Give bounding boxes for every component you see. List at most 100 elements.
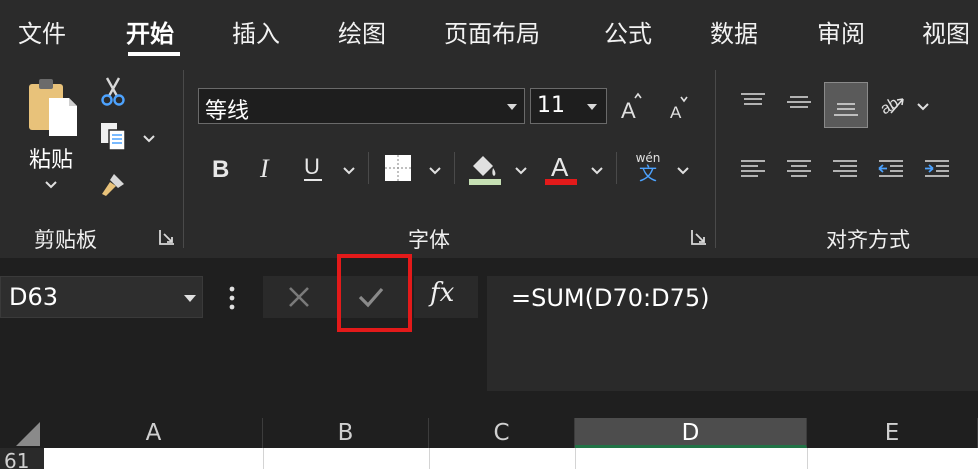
fill-color-swatch	[469, 179, 501, 185]
underline-button[interactable]: U	[298, 150, 328, 186]
font-name-dropdown-icon[interactable]	[507, 104, 517, 110]
group-separator	[715, 70, 716, 248]
font-name-combobox[interactable]: 等线	[198, 88, 525, 124]
font-group-label: 字体	[408, 228, 450, 252]
font-size-dropdown-icon[interactable]	[587, 104, 597, 110]
column-header-e[interactable]: E	[807, 418, 978, 448]
scissors-icon	[101, 77, 125, 106]
formula-input[interactable]: =SUM(D70:D75)	[487, 276, 978, 391]
increase-indent-icon	[925, 160, 949, 177]
align-top-button[interactable]	[734, 84, 772, 120]
fill-color-button[interactable]	[466, 148, 504, 188]
tab-view[interactable]: 视图	[922, 14, 970, 49]
svg-text:U: U	[304, 154, 320, 179]
align-left-button[interactable]	[734, 152, 772, 188]
align-middle-button[interactable]	[780, 84, 818, 120]
cut-button[interactable]	[96, 74, 130, 108]
svg-text:A: A	[621, 98, 636, 121]
font-color-chevron-icon[interactable]	[590, 164, 604, 178]
tab-insert[interactable]: 插入	[232, 14, 280, 49]
underline-icon: U	[304, 154, 322, 181]
cell-border	[429, 448, 430, 469]
tab-draw[interactable]: 绘图	[338, 14, 386, 49]
align-center-button[interactable]	[780, 152, 818, 188]
column-header-a[interactable]: A	[45, 418, 263, 448]
insert-function-button[interactable]: fx	[414, 276, 478, 318]
decrease-indent-button[interactable]	[872, 152, 910, 188]
name-box-dropdown-icon[interactable]	[184, 295, 196, 302]
sheet-grid: A B C D E 61	[0, 418, 978, 469]
paste-icon	[29, 79, 77, 136]
align-middle-icon	[787, 96, 811, 108]
menu-tab-bar: 文件 开始 插入 绘图 页面布局 公式 数据 审阅 视图	[0, 0, 978, 62]
fx-icon: fx	[430, 278, 455, 308]
column-header-b[interactable]: B	[263, 418, 429, 448]
orientation-chevron-icon[interactable]	[916, 100, 930, 114]
highlight-box	[337, 254, 412, 332]
borders-icon	[385, 155, 411, 181]
align-bottom-icon	[834, 103, 858, 116]
name-box-value: D63	[9, 283, 59, 311]
paste-button[interactable]: 粘贴	[14, 72, 88, 202]
copy-options-chevron-icon[interactable]	[142, 132, 156, 146]
font-size-combobox[interactable]: 11	[530, 88, 607, 124]
increase-indent-button[interactable]	[918, 152, 956, 188]
orientation-button[interactable]: ab	[874, 84, 910, 120]
formula-value: =SUM(D70:D75)	[511, 284, 710, 312]
underline-options-chevron-icon[interactable]	[342, 164, 356, 178]
font-color-icon: A	[545, 152, 577, 185]
select-all-corner[interactable]	[0, 418, 44, 448]
borders-button[interactable]	[380, 150, 416, 186]
tab-page-layout[interactable]: 页面布局	[444, 14, 540, 49]
bold-button[interactable]: B	[206, 150, 236, 186]
tab-review[interactable]: 审阅	[817, 14, 865, 49]
font-color-button[interactable]: A	[542, 148, 580, 188]
phonetic-char-label: 文	[639, 163, 657, 185]
copy-button[interactable]	[96, 120, 130, 154]
format-painter-button[interactable]	[96, 168, 130, 202]
align-right-button[interactable]	[826, 152, 864, 188]
formula-bar: D63 fx =SUM(D70:D75)	[0, 258, 978, 418]
svg-text:A: A	[551, 152, 569, 182]
tab-data[interactable]: 数据	[710, 14, 758, 49]
borders-options-chevron-icon[interactable]	[428, 164, 442, 178]
row-number[interactable]: 61	[0, 448, 44, 469]
column-header-d[interactable]: D	[575, 418, 807, 448]
decrease-font-size-button[interactable]: A	[664, 88, 694, 124]
phonetic-guide-button[interactable]: wén 文	[628, 148, 668, 188]
italic-icon: I	[259, 154, 270, 182]
fill-color-chevron-icon[interactable]	[514, 164, 528, 178]
cancel-icon[interactable]	[287, 286, 311, 308]
italic-button[interactable]: I	[252, 150, 282, 186]
paint-bucket-icon	[469, 156, 501, 185]
svg-text:I: I	[259, 154, 270, 182]
column-header-c[interactable]: C	[429, 418, 575, 448]
more-options-icon[interactable]	[226, 284, 238, 312]
bold-icon: B	[212, 156, 229, 182]
increase-font-size-button[interactable]: A	[616, 88, 646, 124]
tab-file[interactable]: 文件	[18, 14, 66, 49]
align-bottom-button[interactable]	[824, 82, 868, 128]
copy-icon	[101, 123, 126, 151]
separator	[368, 152, 369, 184]
clipboard-group-label: 剪贴板	[34, 228, 97, 252]
phonetic-options-chevron-icon[interactable]	[676, 164, 690, 178]
alignment-group-label: 对齐方式	[826, 228, 910, 252]
clipboard-dialog-launcher-icon[interactable]	[158, 228, 176, 246]
separator	[454, 152, 455, 184]
font-name-value: 等线	[205, 99, 250, 124]
decrease-indent-icon	[878, 160, 903, 177]
format-painter-icon	[102, 174, 124, 196]
align-left-icon	[741, 160, 765, 177]
tab-home[interactable]: 开始	[126, 14, 174, 49]
tab-formulas[interactable]: 公式	[604, 14, 652, 49]
cell-border	[807, 448, 808, 469]
font-color-swatch	[545, 179, 577, 185]
svg-text:B: B	[212, 156, 229, 182]
name-box[interactable]: D63	[0, 276, 203, 318]
separator	[616, 152, 617, 184]
chevron-down-icon	[45, 181, 57, 189]
ribbon: 粘贴 剪贴板 等线 11 A A B I U A wén 文 字体 ab 对齐方…	[0, 62, 978, 258]
font-dialog-launcher-icon[interactable]	[690, 228, 708, 246]
table-row: 61	[0, 448, 978, 469]
